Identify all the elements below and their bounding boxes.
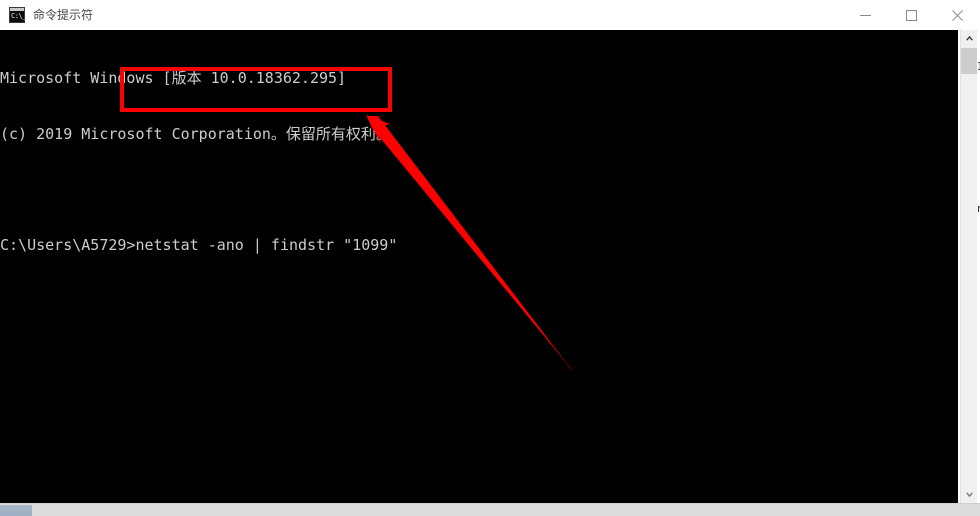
console-line: Microsoft Windows [版本 10.0.18362.295]	[0, 69, 347, 87]
console-text-block: Microsoft Windows [版本 10.0.18362.295] (c…	[0, 32, 397, 291]
maximize-icon	[905, 9, 917, 21]
chevron-down-icon	[965, 492, 973, 497]
console-output-area[interactable]: Microsoft Windows [版本 10.0.18362.295] (c…	[0, 30, 958, 503]
scroll-up-button[interactable]	[961, 30, 977, 47]
command-text: netstat -ano | findstr "1099"	[135, 235, 398, 254]
vertical-scrollbar-thumb[interactable]	[961, 48, 977, 74]
console-line: (c) 2019 Microsoft Corporation。保留所有权利。	[0, 124, 391, 143]
prompt-path: C:\Users\A5729>	[0, 235, 136, 254]
chevron-up-icon	[965, 36, 973, 41]
command-prompt-window: C:\_ 命令提示符 Microsoft Windows [版本 10.0.18…	[0, 0, 980, 516]
horizontal-scrollbar[interactable]	[0, 503, 980, 516]
scroll-down-button[interactable]	[961, 486, 977, 503]
window-controls	[842, 0, 980, 30]
vertical-scrollbar[interactable]	[960, 30, 977, 503]
window-title: 命令提示符	[33, 8, 94, 22]
cmd-icon-glyph: C:\_	[11, 12, 26, 20]
console-prompt-line: C:\Users\A5729>netstat -ano | findstr "1…	[0, 236, 397, 255]
close-icon	[951, 9, 963, 21]
horizontal-scrollbar-thumb[interactable]	[0, 505, 32, 516]
minimize-icon	[859, 14, 871, 16]
minimize-button[interactable]	[842, 0, 888, 30]
title-bar[interactable]: C:\_ 命令提示符	[0, 0, 980, 30]
maximize-button[interactable]	[888, 0, 934, 30]
cmd-icon: C:\_	[9, 7, 26, 23]
close-button[interactable]	[934, 0, 980, 30]
